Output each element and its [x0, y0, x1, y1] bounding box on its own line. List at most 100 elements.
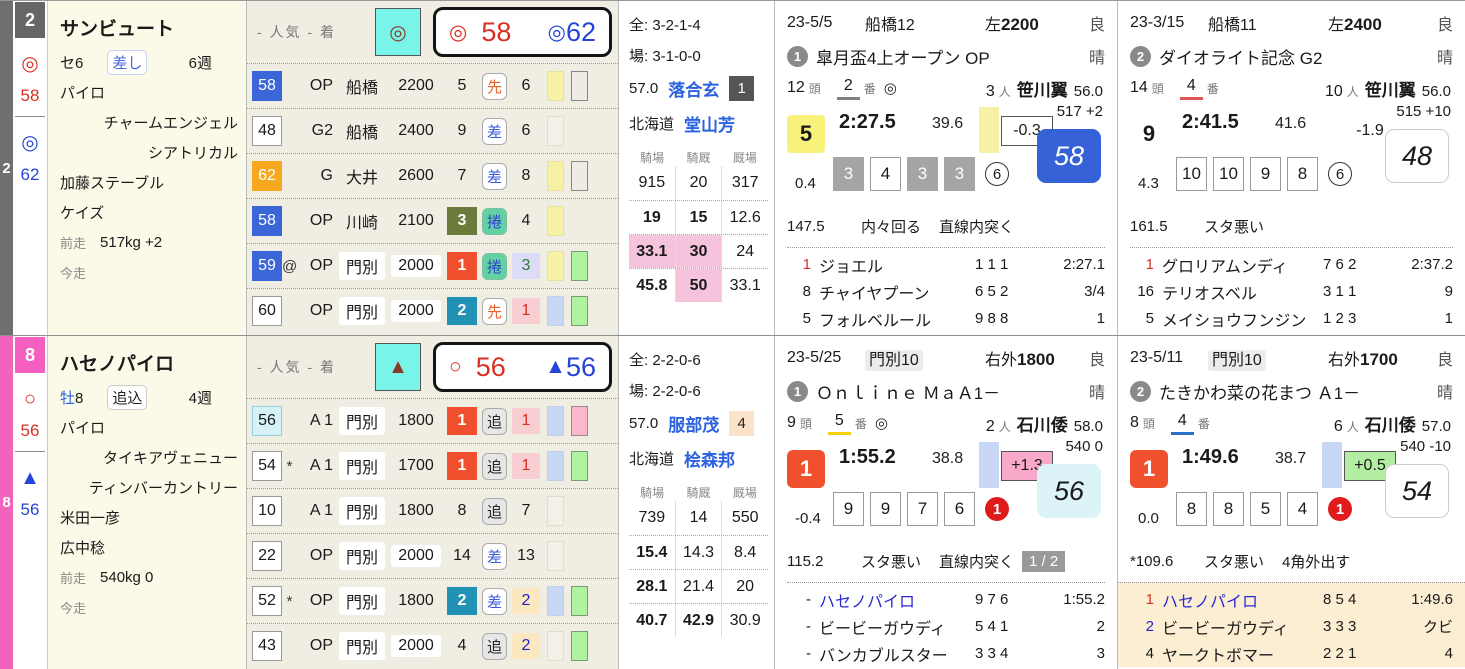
race-index-box: 62 — [252, 161, 282, 191]
race-jockey[interactable]: 石川倭 — [1017, 411, 1068, 436]
owner: 加藤ステーブル — [60, 174, 165, 192]
stats-cell: 14.3 — [674, 536, 722, 569]
race-name-line: 1 Ｏｎｌｉｎｅ ＭａＡ1－ 晴 — [787, 374, 1105, 408]
trainer-line: 北海道 桧森邦 — [629, 441, 768, 476]
finisher-number: 4 — [1145, 645, 1154, 662]
venue-race-no: 門別10 — [865, 346, 971, 371]
finisher-corner-positions: 1 1 1 — [975, 256, 1009, 273]
race-class: OP — [309, 637, 333, 654]
corner-position-box: 8 — [1287, 157, 1318, 191]
race-jockey[interactable]: 笹川翼 — [1017, 76, 1068, 101]
race-pick-mark: ◎ — [883, 80, 897, 97]
finisher-time-margin: 3/4 — [1084, 283, 1105, 300]
flag-block-2 — [571, 586, 588, 616]
horse-name[interactable]: ハセノパイロ — [60, 342, 240, 382]
stats-column: 全: 3-2-1-4 場: 3-1-0-0 57.0 落合玄 1 北海道 堂山芳… — [619, 1, 775, 335]
stats-cell: 8.4 — [721, 536, 768, 569]
race-finish: 13 — [517, 547, 535, 564]
finisher-name[interactable]: ビービーガウディ — [819, 615, 975, 639]
race-distance: 1800 — [398, 502, 434, 519]
race-index-box: 56 — [252, 406, 282, 436]
past-race-row[interactable]: 22 OP 門別 2000 14 差 13 — [247, 533, 618, 578]
finisher-name[interactable]: フォルベルール — [819, 307, 975, 331]
past-race-row[interactable]: 54 * A 1 門別 1700 1 追 1 — [247, 443, 618, 488]
top-finishers: 1 グロリアムンディ 7 6 2 2:37.2 16 テリオスベル 3 1 1 … — [1130, 247, 1453, 332]
race-venue: 門別 — [339, 497, 385, 525]
panel-header-line: 23-5/11 門別10 右外1700 良 — [1130, 342, 1453, 374]
corner-position-box: 5 — [1250, 492, 1281, 526]
past-race-row[interactable]: 60 OP 門別 2000 2 先 1 — [247, 288, 618, 333]
race-distance: 1800 — [398, 412, 434, 429]
finisher-name[interactable]: メイショウフンジン — [1162, 307, 1323, 331]
races-list: 56 A 1 門別 1800 1 追 1 54 * A 1 門別 1700 1 … — [247, 398, 618, 668]
past-race-row[interactable]: 56 A 1 門別 1800 1 追 1 — [247, 398, 618, 443]
jockey-group: 3 人 笹川翼 56.0 — [986, 76, 1103, 101]
past-race-row[interactable]: 48 G2 船橋 2400 9 差 6 — [247, 108, 618, 153]
finisher-row: 4 ヤークトボマー 2 2 1 4 — [1130, 640, 1453, 667]
jockey-group: 10 人 笹川翼 56.0 — [1325, 76, 1451, 101]
field-size-label: 頭 — [1151, 81, 1164, 96]
race-class: G — [320, 167, 333, 184]
trainer-link[interactable]: 桧森邦 — [684, 446, 735, 471]
finisher-name[interactable]: ハセノパイロ — [819, 588, 975, 612]
jockey-link[interactable]: 落合玄 — [668, 76, 719, 101]
flag-block-1 — [547, 586, 564, 616]
finisher-name[interactable]: ヤークトボマー — [1162, 642, 1323, 666]
race-venue: 門別 — [339, 297, 385, 325]
finisher-number: - — [806, 591, 811, 608]
flag-block-1 — [547, 206, 564, 236]
finisher-name[interactable]: バンカブルスター — [819, 642, 975, 666]
past-race-row[interactable]: 52 * OP 門別 1800 2 差 2 — [247, 578, 618, 623]
race-venue: 門別 — [339, 632, 385, 660]
corner-position-box: 10 — [1213, 157, 1244, 191]
race-distance: 2400 — [398, 122, 434, 139]
sex-style-line: 牡8 追込 4週 — [60, 382, 240, 412]
track-record: 場: 3-1-0-0 — [629, 48, 701, 65]
finisher-time-margin: 2:37.2 — [1411, 256, 1453, 273]
race-finish: 4 — [521, 212, 531, 229]
past-race-row[interactable]: 10 A 1 門別 1800 8 追 7 — [247, 488, 618, 533]
finishers-list: 1 ハセノパイロ 8 5 4 1:49.6 2 ビービーガウディ 3 3 3 ク… — [1130, 586, 1453, 667]
finisher-name[interactable]: テリオスベル — [1162, 280, 1323, 304]
popularity: 10 — [1324, 82, 1343, 100]
finisher-name[interactable]: グロリアムンディ — [1162, 253, 1323, 277]
past-race-row[interactable]: 59 @ OP 門別 2000 1 捲 3 — [247, 243, 618, 288]
horse-rows: 2 2 ◎ 58 ◎ 62 サンビュート セ6 差し 6週 パイロ チャームエン… — [0, 1, 1465, 669]
finisher-name[interactable]: ビービーガウディ — [1162, 615, 1323, 639]
result-block: 1 -0.4 1:55.2 38.8 +1.3 540 0 56 9 9 7 6… — [787, 438, 1105, 544]
race-finish: 1 — [512, 408, 540, 434]
races-header: - 人気 - 着 ▲ ○ 56 ▲ 56 — [247, 336, 618, 398]
finisher-time-margin: 2 — [1096, 618, 1105, 635]
stats-row: 28.1 21.4 20 — [629, 569, 768, 603]
past-race-row[interactable]: 58 OP 船橋 2200 5 先 6 — [247, 63, 618, 108]
race-index-box: 48 — [252, 116, 282, 146]
past-race-row[interactable]: 43 OP 門別 2000 4 追 2 — [247, 623, 618, 668]
jockey-link[interactable]: 服部茂 — [668, 411, 719, 436]
race-venue: 大井 — [345, 170, 378, 187]
jockey-badge: 4 — [729, 411, 755, 436]
finisher-name[interactable]: チャイヤプーン — [819, 280, 975, 304]
past-race-row[interactable]: 58 OP 川崎 2100 3 捲 4 — [247, 198, 618, 243]
result-block: 5 0.4 2:27.5 39.6 -0.3 517 +2 58 3 4 3 3… — [787, 103, 1105, 209]
stats-column: 全: 2-2-0-6 場: 2-2-0-6 57.0 服部茂 4 北海道 桧森邦… — [619, 336, 775, 669]
race-jockey[interactable]: 石川倭 — [1365, 411, 1416, 436]
trainer-link[interactable]: 堂山芳 — [684, 111, 735, 136]
finisher-row: - ビービーガウディ 5 4 1 2 — [787, 613, 1105, 640]
finisher-name[interactable]: ジョエル — [819, 253, 975, 277]
race-distance: 2200 — [398, 77, 434, 94]
finisher-name[interactable]: ハセノパイロ — [1162, 588, 1323, 612]
stats-cell: 317 — [721, 166, 768, 200]
finisher-corner-positions: 9 8 8 — [975, 310, 1009, 327]
race-venue: 船橋 — [345, 80, 378, 97]
past-race-panel: 23-5/25 門別10 右外1800 良 1 Ｏｎｌｉｎｅ ＭａＡ1－ 晴 9… — [775, 336, 1118, 669]
breeder: 広中稔 — [60, 539, 106, 557]
race-jockey[interactable]: 笹川翼 — [1365, 76, 1416, 101]
past-race-row[interactable]: 62 G 大井 2600 7 差 8 — [247, 153, 618, 198]
race-distance: 2000 — [391, 545, 441, 567]
horse-weight: 517 +2 — [1056, 103, 1103, 120]
horse-name[interactable]: サンビュート — [60, 7, 240, 47]
popularity-label: 人 — [1346, 419, 1359, 434]
venue-race-no: 門別10 — [1208, 346, 1314, 371]
comment-line: 115.2 スタ悪い 直線内突く 1 / 2 — [787, 546, 1105, 576]
comment-line: 161.5 スタ悪い — [1130, 211, 1453, 241]
